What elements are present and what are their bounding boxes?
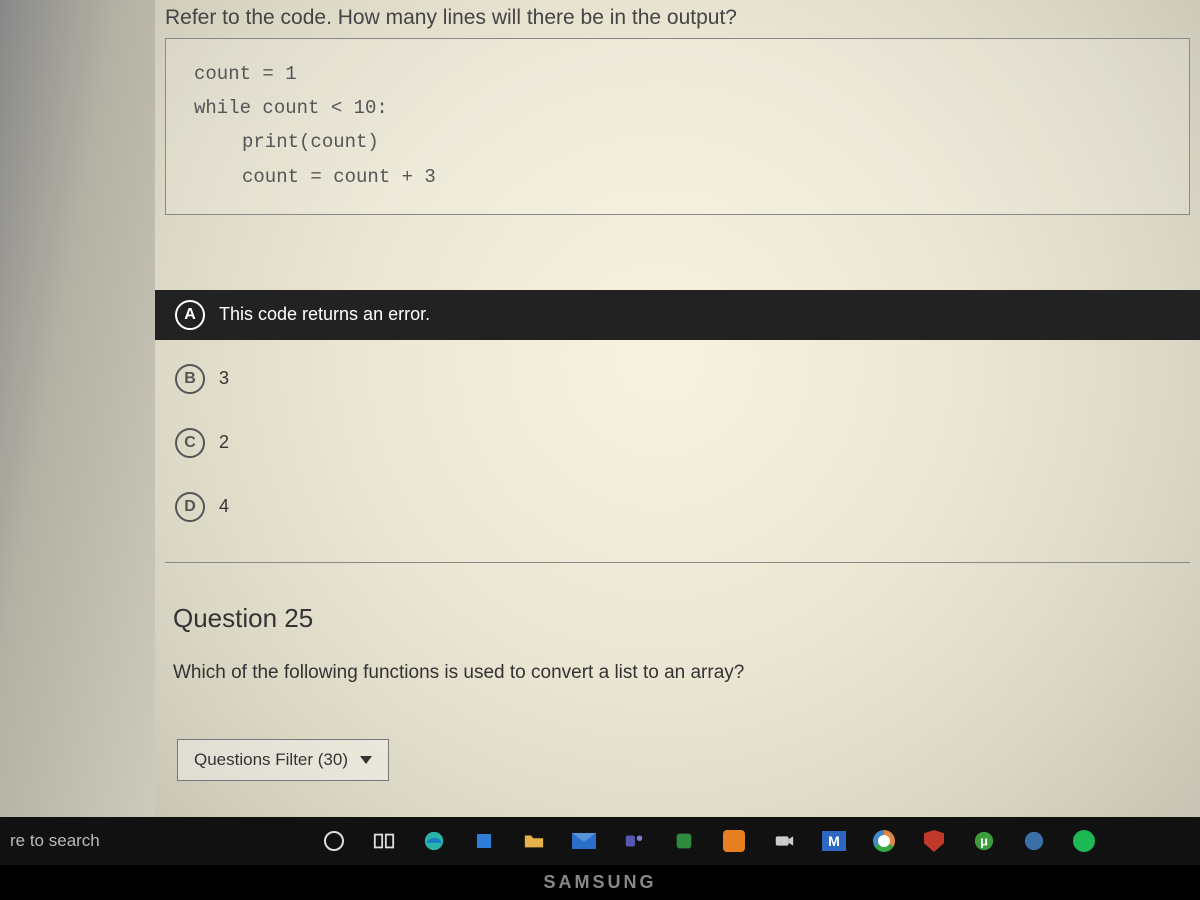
answer-options: A This code returns an error. B 3 C 2 D …: [155, 290, 1200, 532]
screen-left-edge: [0, 0, 155, 865]
filter-label: Questions Filter (30): [194, 750, 348, 770]
teams-icon[interactable]: [620, 827, 648, 855]
app-icon[interactable]: [470, 827, 498, 855]
shield-icon[interactable]: [920, 827, 948, 855]
taskbar-search[interactable]: re to search: [0, 831, 290, 851]
option-c[interactable]: C 2: [155, 418, 1200, 468]
option-letter: B: [175, 364, 205, 394]
next-question-title: Question 25: [173, 603, 1200, 634]
task-view-icon[interactable]: [370, 827, 398, 855]
option-text: 3: [219, 368, 229, 389]
code-line: count = count + 3: [194, 160, 1161, 194]
camera-icon[interactable]: [770, 827, 798, 855]
mail-icon[interactable]: [570, 827, 598, 855]
question-prompt: Refer to the code. How many lines will t…: [155, 0, 1200, 38]
code-line: print(count): [194, 125, 1161, 159]
m-app-icon[interactable]: M: [820, 827, 848, 855]
option-text: This code returns an error.: [219, 304, 430, 325]
svg-text:μ: μ: [980, 834, 988, 849]
code-block: count = 1 while count < 10: print(count)…: [165, 38, 1190, 215]
option-letter: D: [175, 492, 205, 522]
edge-icon[interactable]: [420, 827, 448, 855]
option-b[interactable]: B 3: [155, 354, 1200, 404]
option-letter: C: [175, 428, 205, 458]
code-line: while count < 10:: [194, 91, 1161, 125]
windows-taskbar: re to search M μ: [0, 817, 1200, 865]
badge-icon[interactable]: [1020, 827, 1048, 855]
option-letter: A: [175, 300, 205, 330]
code-line: count = 1: [194, 57, 1161, 91]
option-text: 4: [219, 496, 229, 517]
utorrent-icon[interactable]: μ: [970, 827, 998, 855]
file-explorer-icon[interactable]: [520, 827, 548, 855]
app-orange-icon[interactable]: [720, 827, 748, 855]
option-d[interactable]: D 4: [155, 482, 1200, 532]
cortana-icon[interactable]: [320, 827, 348, 855]
question-divider: [165, 562, 1190, 563]
next-question-text: Which of the following functions is used…: [173, 662, 1200, 684]
next-question: Question 25 Which of the following funct…: [173, 603, 1200, 684]
quiz-page: Refer to the code. How many lines will t…: [155, 0, 1200, 900]
option-a[interactable]: A This code returns an error.: [155, 290, 1200, 340]
laptop-bezel-brand: SAMSUNG: [0, 865, 1200, 900]
chevron-down-icon: [360, 756, 372, 764]
spotify-icon[interactable]: [1070, 827, 1098, 855]
questions-filter-dropdown[interactable]: Questions Filter (30): [177, 739, 389, 781]
chrome-icon[interactable]: [870, 827, 898, 855]
taskbar-icons: M μ: [320, 827, 1098, 855]
option-text: 2: [219, 432, 229, 453]
app-green-icon[interactable]: [670, 827, 698, 855]
